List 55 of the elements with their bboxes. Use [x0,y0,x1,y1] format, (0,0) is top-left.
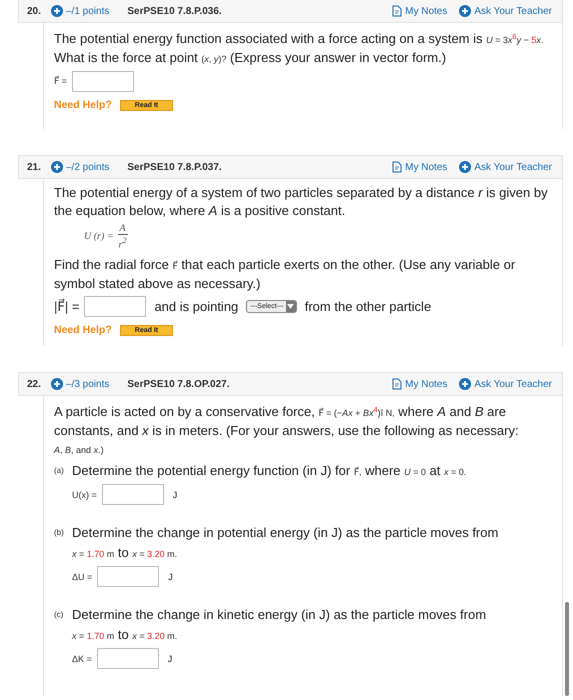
note-icon [392,378,402,390]
my-notes-link[interactable]: My Notes [392,161,448,173]
ask-teacher-link[interactable]: Ask Your Teacher [459,5,552,17]
question-text: The potential energy function associated with a force acting on a system is U = 3x$^{6}$y − 5x. What is the force at point (x, y)? (Express your answer in vector form.) [54,30,544,67]
answer-field[interactable] [72,71,134,92]
my-notes-link[interactable]: My Notes [392,5,448,17]
question-text: x = 1.70 m to x = 3.20 m. [72,626,178,644]
scrollbar-thumb[interactable] [565,602,569,696]
my-notes-link[interactable]: My Notes [392,378,448,390]
points-link[interactable]: –/2 points [51,161,110,173]
unit-label: J [172,490,178,500]
answer-label: |F⃗| = [54,298,80,315]
question-text: The potential energy of a system of two particles separated by a distance r is given by the equation below, where A is a positive constant. [54,184,549,220]
answer-label: F⃗ = [54,76,67,87]
question-code: SerPSE10 7.8.P.036. [127,6,222,16]
answer-text: from the other particle [304,299,432,314]
plus-icon[interactable] [51,161,63,173]
answer-label: ΔK = [72,654,92,664]
points-link[interactable]: –/1 points [51,5,110,17]
answer-label: U(x) = [72,490,97,500]
question-code: SerPSE10 7.8.P.037. [127,162,222,172]
question-text: Determine the change in kinetic energy (in J) as the particle moves from [72,606,488,624]
need-help-label: Need Help? [54,324,112,336]
part-label: (a) [54,465,65,478]
question-number: 21. [27,162,42,172]
part-label: (c) [54,609,64,622]
plus-icon[interactable] [51,5,63,17]
plus-icon[interactable] [459,161,472,173]
question-code: SerPSE10 7.8.OP.027. [127,378,230,390]
ask-teacher-link[interactable]: Ask Your Teacher [459,161,552,173]
plus-icon[interactable] [459,378,472,390]
part-label: (b) [54,527,65,540]
plus-icon[interactable] [51,378,63,390]
answer-label: ΔU = [72,572,92,582]
question-number: 20. [27,6,42,16]
ask-teacher-link[interactable]: Ask Your Teacher [459,378,552,390]
plus-icon[interactable] [459,5,472,17]
question-text: A particle is acted on by a conservative force, F⃗ = (−Ax + Bx$^{4}$)î N, where A and B are constants, and x is in meters. (For your answers, use the following as necessary: A, B, and x.) [54,403,520,458]
question-number: 22. [27,378,42,390]
answer-field[interactable] [96,648,159,670]
points-link[interactable]: –/3 points [51,378,110,390]
question-text: Find the radial force F⃗ that each particle exerts on the other. (Use any variable or symbol stated above as necessary.) [54,256,516,294]
caret-icon [287,304,294,310]
question-text: Determine the change in potential energy (in J) as the particle moves from [72,524,500,542]
question-text: Determine the potential energy function (in J) for F⃗, where U = 0 at x = 0. [72,462,468,480]
note-icon [392,5,402,17]
answer-field[interactable] [102,484,164,506]
answer-field[interactable] [97,566,160,588]
answer-text: and is pointing [154,299,238,314]
answer-field[interactable] [84,296,146,318]
note-icon [392,161,402,173]
unit-label: J [168,572,173,582]
question-text: x = 1.70 m to x = 3.20 m. [72,544,178,562]
unit-label: J [168,654,172,664]
need-help-label: Need Help? [54,99,112,111]
